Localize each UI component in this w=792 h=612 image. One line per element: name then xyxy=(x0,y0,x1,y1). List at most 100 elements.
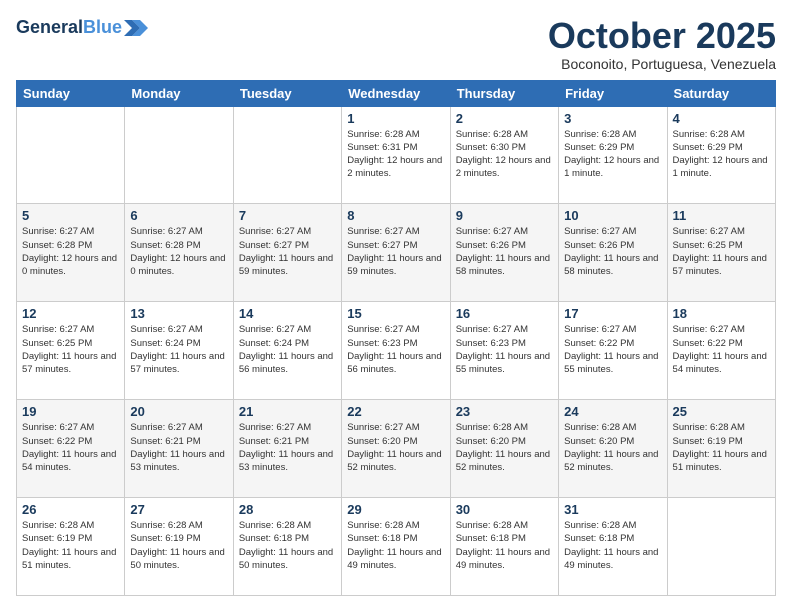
day-number: 24 xyxy=(564,404,661,419)
calendar-cell: 28 Sunrise: 6:28 AMSunset: 6:18 PMDayligh… xyxy=(233,498,341,596)
calendar-cell: 13 Sunrise: 6:27 AMSunset: 6:24 PMDayligh… xyxy=(125,302,233,400)
calendar-cell: 14 Sunrise: 6:27 AMSunset: 6:24 PMDayligh… xyxy=(233,302,341,400)
day-info: Sunrise: 6:27 AMSunset: 6:25 PMDaylight:… xyxy=(673,225,770,278)
day-info: Sunrise: 6:28 AMSunset: 6:29 PMDaylight:… xyxy=(673,128,770,181)
day-info: Sunrise: 6:28 AMSunset: 6:18 PMDaylight:… xyxy=(564,519,661,572)
day-number: 8 xyxy=(347,208,444,223)
day-number: 14 xyxy=(239,306,336,321)
calendar-cell: 17 Sunrise: 6:27 AMSunset: 6:22 PMDayligh… xyxy=(559,302,667,400)
day-number: 12 xyxy=(22,306,119,321)
calendar-cell xyxy=(17,106,125,204)
day-number: 21 xyxy=(239,404,336,419)
day-number: 3 xyxy=(564,111,661,126)
day-info: Sunrise: 6:27 AMSunset: 6:21 PMDaylight:… xyxy=(239,421,336,474)
day-info: Sunrise: 6:27 AMSunset: 6:27 PMDaylight:… xyxy=(239,225,336,278)
page: GeneralBlue October 2025 Boconoito, Port… xyxy=(0,0,792,612)
calendar-cell: 19Sunrise: 6:27 AMSunset: 6:22 PMDayligh… xyxy=(17,400,125,498)
day-info: Sunrise: 6:27 AMSunset: 6:22 PMDaylight:… xyxy=(673,323,770,376)
logo-icon xyxy=(124,16,148,40)
calendar-cell: 3 Sunrise: 6:28 AMSunset: 6:29 PMDaylight… xyxy=(559,106,667,204)
day-number: 13 xyxy=(130,306,227,321)
title-block: October 2025 Boconoito, Portuguesa, Vene… xyxy=(548,16,776,72)
calendar-cell: 25 Sunrise: 6:28 AMSunset: 6:19 PMDayligh… xyxy=(667,400,775,498)
calendar-cell: 20 Sunrise: 6:27 AMSunset: 6:21 PMDayligh… xyxy=(125,400,233,498)
day-number: 6 xyxy=(130,208,227,223)
week-row-4: 26Sunrise: 6:28 AMSunset: 6:19 PMDayligh… xyxy=(17,498,776,596)
week-row-1: 5 Sunrise: 6:27 AMSunset: 6:28 PMDaylight… xyxy=(17,204,776,302)
day-info: Sunrise: 6:28 AMSunset: 6:18 PMDaylight:… xyxy=(347,519,444,572)
calendar-cell: 24 Sunrise: 6:28 AMSunset: 6:20 PMDayligh… xyxy=(559,400,667,498)
calendar-cell: 1 Sunrise: 6:28 AMSunset: 6:31 PMDaylight… xyxy=(342,106,450,204)
weekday-header-wednesday: Wednesday xyxy=(342,80,450,106)
day-number: 23 xyxy=(456,404,553,419)
day-number: 18 xyxy=(673,306,770,321)
calendar-cell: 30Sunrise: 6:28 AMSunset: 6:18 PMDayligh… xyxy=(450,498,558,596)
day-info: Sunrise: 6:27 AMSunset: 6:22 PMDaylight:… xyxy=(564,323,661,376)
header: GeneralBlue October 2025 Boconoito, Port… xyxy=(16,16,776,72)
day-number: 11 xyxy=(673,208,770,223)
day-number: 22 xyxy=(347,404,444,419)
weekday-header-friday: Friday xyxy=(559,80,667,106)
calendar-cell: 16 Sunrise: 6:27 AMSunset: 6:23 PMDayligh… xyxy=(450,302,558,400)
week-row-0: 1 Sunrise: 6:28 AMSunset: 6:31 PMDaylight… xyxy=(17,106,776,204)
calendar-cell: 8 Sunrise: 6:27 AMSunset: 6:27 PMDaylight… xyxy=(342,204,450,302)
day-info: Sunrise: 6:27 AMSunset: 6:21 PMDaylight:… xyxy=(130,421,227,474)
day-info: Sunrise: 6:28 AMSunset: 6:20 PMDaylight:… xyxy=(564,421,661,474)
day-info: Sunrise: 6:27 AMSunset: 6:23 PMDaylight:… xyxy=(456,323,553,376)
weekday-header-sunday: Sunday xyxy=(17,80,125,106)
day-info: Sunrise: 6:28 AMSunset: 6:29 PMDaylight:… xyxy=(564,128,661,181)
day-info: Sunrise: 6:28 AMSunset: 6:30 PMDaylight:… xyxy=(456,128,553,181)
day-info: Sunrise: 6:27 AMSunset: 6:25 PMDaylight:… xyxy=(22,323,119,376)
day-number: 5 xyxy=(22,208,119,223)
month-title: October 2025 xyxy=(548,16,776,56)
day-info: Sunrise: 6:27 AMSunset: 6:23 PMDaylight:… xyxy=(347,323,444,376)
calendar-table: SundayMondayTuesdayWednesdayThursdayFrid… xyxy=(16,80,776,596)
day-number: 15 xyxy=(347,306,444,321)
weekday-header-saturday: Saturday xyxy=(667,80,775,106)
day-info: Sunrise: 6:27 AMSunset: 6:27 PMDaylight:… xyxy=(347,225,444,278)
day-info: Sunrise: 6:27 AMSunset: 6:28 PMDaylight:… xyxy=(22,225,119,278)
day-info: Sunrise: 6:27 AMSunset: 6:26 PMDaylight:… xyxy=(456,225,553,278)
day-number: 7 xyxy=(239,208,336,223)
day-info: Sunrise: 6:28 AMSunset: 6:18 PMDaylight:… xyxy=(456,519,553,572)
day-info: Sunrise: 6:28 AMSunset: 6:18 PMDaylight:… xyxy=(239,519,336,572)
calendar-cell: 5 Sunrise: 6:27 AMSunset: 6:28 PMDaylight… xyxy=(17,204,125,302)
location: Boconoito, Portuguesa, Venezuela xyxy=(548,56,776,72)
weekday-header-thursday: Thursday xyxy=(450,80,558,106)
day-number: 2 xyxy=(456,111,553,126)
week-row-2: 12 Sunrise: 6:27 AMSunset: 6:25 PMDayligh… xyxy=(17,302,776,400)
calendar-cell: 26Sunrise: 6:28 AMSunset: 6:19 PMDayligh… xyxy=(17,498,125,596)
day-number: 17 xyxy=(564,306,661,321)
day-number: 20 xyxy=(130,404,227,419)
day-number: 25 xyxy=(673,404,770,419)
day-info: Sunrise: 6:27 AMSunset: 6:24 PMDaylight:… xyxy=(239,323,336,376)
calendar-cell: 6 Sunrise: 6:27 AMSunset: 6:28 PMDaylight… xyxy=(125,204,233,302)
calendar-cell: 10 Sunrise: 6:27 AMSunset: 6:26 PMDayligh… xyxy=(559,204,667,302)
calendar-cell: 22Sunrise: 6:27 AMSunset: 6:20 PMDayligh… xyxy=(342,400,450,498)
calendar-cell: 9 Sunrise: 6:27 AMSunset: 6:26 PMDaylight… xyxy=(450,204,558,302)
day-number: 29 xyxy=(347,502,444,517)
day-info: Sunrise: 6:27 AMSunset: 6:28 PMDaylight:… xyxy=(130,225,227,278)
day-number: 1 xyxy=(347,111,444,126)
calendar-cell: 11 Sunrise: 6:27 AMSunset: 6:25 PMDayligh… xyxy=(667,204,775,302)
day-number: 16 xyxy=(456,306,553,321)
day-info: Sunrise: 6:28 AMSunset: 6:19 PMDaylight:… xyxy=(22,519,119,572)
day-number: 9 xyxy=(456,208,553,223)
day-info: Sunrise: 6:27 AMSunset: 6:24 PMDaylight:… xyxy=(130,323,227,376)
logo-text: GeneralBlue xyxy=(16,18,122,38)
logo: GeneralBlue xyxy=(16,16,148,40)
calendar-cell: 31Sunrise: 6:28 AMSunset: 6:18 PMDayligh… xyxy=(559,498,667,596)
calendar-cell: 4 Sunrise: 6:28 AMSunset: 6:29 PMDaylight… xyxy=(667,106,775,204)
weekday-header-tuesday: Tuesday xyxy=(233,80,341,106)
day-info: Sunrise: 6:28 AMSunset: 6:31 PMDaylight:… xyxy=(347,128,444,181)
calendar-cell: 15 Sunrise: 6:27 AMSunset: 6:23 PMDayligh… xyxy=(342,302,450,400)
day-info: Sunrise: 6:27 AMSunset: 6:26 PMDaylight:… xyxy=(564,225,661,278)
day-info: Sunrise: 6:28 AMSunset: 6:20 PMDaylight:… xyxy=(456,421,553,474)
week-row-3: 19Sunrise: 6:27 AMSunset: 6:22 PMDayligh… xyxy=(17,400,776,498)
day-number: 28 xyxy=(239,502,336,517)
day-number: 4 xyxy=(673,111,770,126)
day-number: 27 xyxy=(130,502,227,517)
day-info: Sunrise: 6:28 AMSunset: 6:19 PMDaylight:… xyxy=(673,421,770,474)
day-number: 10 xyxy=(564,208,661,223)
weekday-header-row: SundayMondayTuesdayWednesdayThursdayFrid… xyxy=(17,80,776,106)
